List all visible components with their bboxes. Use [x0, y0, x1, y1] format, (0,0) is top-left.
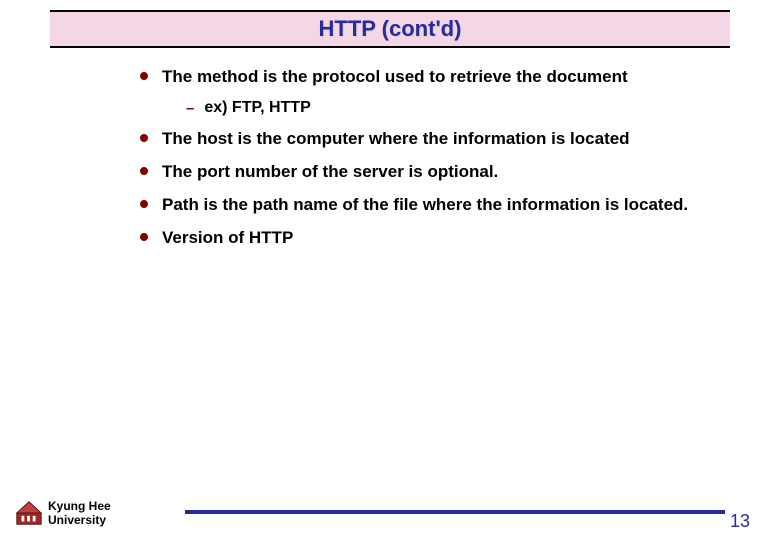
footer-divider — [185, 510, 725, 514]
university-line1: Kyung Hee — [48, 499, 111, 513]
university-name: Kyung Hee University — [48, 500, 111, 528]
bullet-text: Path is the path name of the file where … — [162, 194, 688, 217]
slide-title: HTTP (cont'd) — [319, 16, 462, 41]
university-logo-icon — [14, 498, 44, 528]
list-item: The method is the protocol used to retri… — [140, 66, 720, 89]
slide-content: The method is the protocol used to retri… — [140, 66, 720, 250]
bullet-icon — [140, 72, 148, 80]
slide-title-bar: HTTP (cont'd) — [50, 10, 730, 48]
sub-list-item: – ex) FTP, HTTP — [186, 99, 720, 119]
list-item: Path is the path name of the file where … — [140, 194, 720, 217]
bullet-text: The host is the computer where the infor… — [162, 128, 630, 151]
slide-footer: Kyung Hee University 13 — [0, 488, 780, 528]
bullet-text: Version of HTTP — [162, 227, 293, 250]
bullet-icon — [140, 233, 148, 241]
university-line2: University — [48, 513, 106, 527]
bullet-icon — [140, 167, 148, 175]
list-item: The port number of the server is optiona… — [140, 161, 720, 184]
bullet-icon — [140, 200, 148, 208]
page-number: 13 — [730, 511, 750, 532]
dash-icon: – — [186, 99, 194, 119]
bullet-icon — [140, 134, 148, 142]
bullet-text: The method is the protocol used to retri… — [162, 66, 628, 89]
list-item: The host is the computer where the infor… — [140, 128, 720, 151]
bullet-text: The port number of the server is optiona… — [162, 161, 498, 184]
list-item: Version of HTTP — [140, 227, 720, 250]
sub-bullet-text: ex) FTP, HTTP — [204, 99, 310, 117]
